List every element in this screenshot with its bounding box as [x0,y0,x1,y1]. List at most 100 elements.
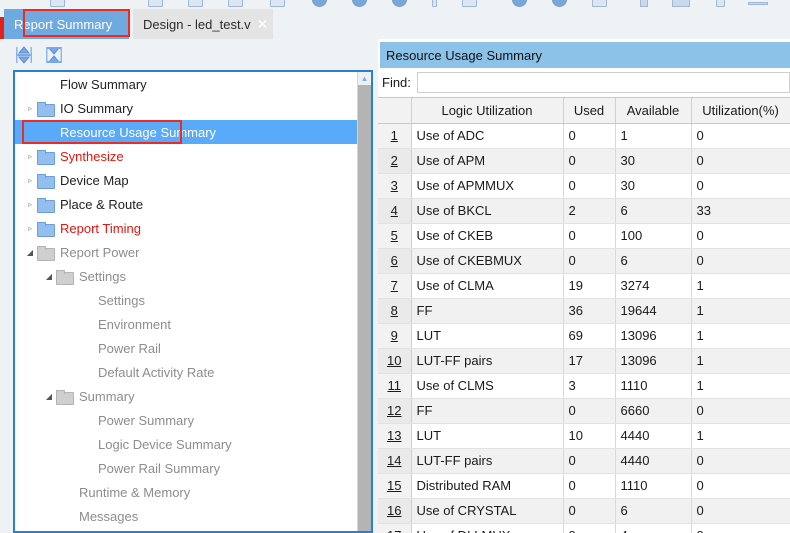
table-row[interactable]: 17Use of DLLMUX040 [378,523,790,533]
collapse-all-icon[interactable] [43,45,65,65]
row-number-cell[interactable]: 9 [378,323,412,349]
tree-item-io-summary[interactable]: ▹ IO Summary [15,96,357,120]
table-row[interactable]: 11 Use of CLMS 3 1110 1 [378,373,790,399]
chevron-right-icon[interactable]: ▹ [23,152,37,161]
tree-item-power-summary[interactable]: Power Summary [15,408,357,432]
toolbar-icon-zoom-in[interactable] [640,0,648,7]
column-header-rownum[interactable] [378,98,412,124]
tree-item-resource-usage-summary[interactable]: Resource Usage Summary [15,120,357,144]
report-tree-panel: Flow Summary ▹ IO Summary Resource Usage Su… [0,39,375,533]
toolbar-icon-saveall[interactable] [228,0,243,7]
utilization-cell: 0 [691,148,790,174]
row-number-cell[interactable]: 7 [378,273,412,299]
row-number-cell[interactable]: 5 [378,223,412,249]
table-row[interactable]: 3 Use of APMMUX 0 30 0 [378,173,790,199]
row-number-cell[interactable]: 16 [378,498,412,524]
column-header-used[interactable]: Used [563,98,616,124]
chevron-down-icon[interactable]: ◢ [42,392,56,401]
toolbar-icon-chevron-down[interactable] [716,0,725,7]
tree-item-logic-device-summary[interactable]: Logic Device Summary [15,432,357,456]
row-number-cell[interactable]: 1 [378,123,412,149]
tree-item-device-map[interactable]: ▹ Device Map [15,168,357,192]
row-number-cell[interactable]: 17 [378,523,412,533]
tree-item-report-timing[interactable]: ▹ Report Timing [15,216,357,240]
toolbar-icon-save[interactable] [188,0,203,7]
close-icon[interactable]: ✕ [257,17,269,31]
table-row[interactable]: 15 Distributed RAM 0 1110 0 [378,473,790,499]
chevron-down-icon[interactable]: ◢ [42,272,56,281]
expand-all-icon[interactable] [13,45,35,65]
scroll-up-icon[interactable]: ▲ [358,72,371,85]
tree-item-default-activity-rate[interactable]: Default Activity Rate [15,360,357,384]
row-number-cell[interactable]: 8 [378,298,412,324]
table-row[interactable]: 5 Use of CKEB 0 100 0 [378,223,790,249]
toolbar-icon-program[interactable] [512,0,527,7]
row-number-cell[interactable]: 12 [378,398,412,424]
table-row[interactable]: 1 Use of ADC 0 1 0 [378,123,790,149]
chevron-right-icon[interactable]: ▹ [23,200,37,209]
table-row[interactable]: 6 Use of CKEBMUX 0 6 0 [378,248,790,274]
tree-item-runtime-memory[interactable]: Runtime & Memory [15,480,357,504]
toolbar-icon-open[interactable] [148,0,163,7]
toolbar-icon-print[interactable] [270,0,285,7]
report-tree[interactable]: Flow Summary ▹ IO Summary Resource Usage Su… [13,70,373,533]
tree-item-power-rail-summary[interactable]: Power Rail Summary [15,456,357,480]
toolbar-icon-minimize[interactable] [748,2,768,5]
table-row[interactable]: 4 Use of BKCL 2 6 33 [378,198,790,224]
tree-item-flow-summary[interactable]: Flow Summary [15,72,357,96]
toolbar-icon-zoom-fit[interactable] [672,0,690,7]
row-number-cell[interactable]: 13 [378,423,412,449]
row-number-cell[interactable]: 3 [378,173,412,199]
row-number-cell[interactable]: 14 [378,448,412,474]
toolbar-icon-run-map[interactable] [352,0,367,7]
column-header-available[interactable]: Available [615,98,692,124]
folder-icon [37,101,55,117]
scrollbar-thumb[interactable] [358,85,371,531]
column-header-logic-utilization[interactable]: Logic Utilization [411,98,564,124]
column-header-utilization-pct[interactable]: Utilization(%) [691,98,790,124]
table-row[interactable]: 13 LUT 10 4440 1 [378,423,790,449]
toolbar-icon-tools[interactable] [592,0,607,7]
tree-item-settings[interactable]: ◢ Settings [15,264,357,288]
row-number-cell[interactable]: 11 [378,373,412,399]
chevron-right-icon[interactable]: ▹ [23,104,37,113]
tree-item-environment[interactable]: Environment [15,312,357,336]
table-row[interactable]: 2 Use of APM 0 30 0 [378,148,790,174]
toolbar-icon-run-synthesis[interactable] [312,0,327,7]
toolbar-icon-download[interactable] [552,0,567,7]
table-row[interactable]: 7 Use of CLMA 19 3274 1 [378,273,790,299]
tree-item-report-power[interactable]: ◢ Report Power [15,240,357,264]
toolbar-icon-report[interactable] [462,0,477,7]
find-input[interactable] [416,72,790,93]
tree-item-power-rail[interactable]: Power Rail [15,336,357,360]
toolbar-icon-new[interactable] [50,0,65,7]
tree-vertical-scrollbar[interactable]: ▲ [357,72,371,531]
toolbar-icon-run-place-route[interactable] [392,0,407,7]
tab-report-summary-label: Report Summary [14,16,113,32]
resource-table-scroll[interactable]: Logic Utilization Used Available Utiliza… [378,97,790,533]
table-row[interactable]: 16 Use of CRYSTAL 0 6 0 [378,498,790,524]
table-row[interactable]: 12 FF 0 6660 0 [378,398,790,424]
tab-design-led-test[interactable]: Design - led_test.v ✕ [133,9,273,39]
table-row[interactable]: 8 FF 36 19644 1 [378,298,790,324]
row-number-cell[interactable]: 4 [378,198,412,224]
row-number-cell[interactable]: 6 [378,248,412,274]
row-number-cell[interactable]: 10 [378,348,412,374]
tree-item-settings[interactable]: Settings [15,288,357,312]
row-number-cell[interactable]: 2 [378,148,412,174]
table-row[interactable]: 14 LUT-FF pairs 0 4440 0 [378,448,790,474]
tree-item-messages[interactable]: Messages [15,504,357,528]
chevron-right-icon[interactable]: ▹ [23,224,37,233]
row-number-cell[interactable]: 15 [378,473,412,499]
toolbar-icon-stop[interactable] [432,0,437,7]
chevron-right-icon[interactable]: ▹ [23,176,37,185]
table-row[interactable]: 9 LUT 69 13096 1 [378,323,790,349]
editor-tab-bar: Report Summary Design - led_test.v ✕ [0,9,790,40]
tree-item-summary[interactable]: ◢ Summary [15,384,357,408]
tree-item-place-route[interactable]: ▹ Place & Route [15,192,357,216]
chevron-down-icon[interactable]: ◢ [23,248,37,257]
table-row[interactable]: 10 LUT-FF pairs 17 13096 1 [378,348,790,374]
tree-item-label: IO Summary [60,100,133,116]
tab-report-summary[interactable]: Report Summary [4,9,129,39]
tree-item-synthesize[interactable]: ▹ Synthesize [15,144,357,168]
